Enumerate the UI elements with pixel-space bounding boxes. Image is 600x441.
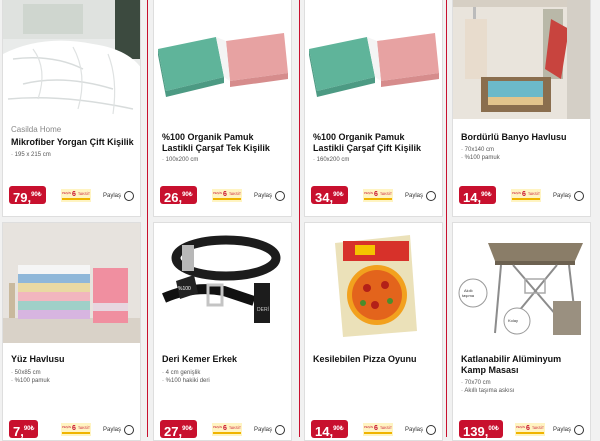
svg-text:TAKSİT: TAKSİT xyxy=(528,191,541,196)
svg-text:%100: %100 xyxy=(178,286,191,292)
svg-text:PEŞİN: PEŞİN xyxy=(62,424,71,429)
installment-badge: PEŞİN 6 TAKSİT xyxy=(61,189,91,202)
product-image-face-towels[interactable] xyxy=(3,223,140,343)
svg-text:TAKSİT: TAKSİT xyxy=(380,191,393,196)
svg-text:6: 6 xyxy=(223,425,227,432)
product-feature: · 160x200 cm xyxy=(313,157,350,163)
product-feature: · 70x140 cm · %100 pamuk xyxy=(461,147,500,161)
share-toggle[interactable]: Paylaş xyxy=(405,425,436,435)
share-toggle[interactable]: Paylaş xyxy=(553,425,584,435)
svg-text:PEŞİN: PEŞİN xyxy=(213,424,222,429)
product-brand: Casilda Home xyxy=(11,125,62,134)
product-title[interactable]: Deri Kemer Erkek xyxy=(162,354,286,365)
share-radio[interactable] xyxy=(275,191,285,201)
svg-text:PEŞİN: PEŞİN xyxy=(512,190,521,195)
product-card[interactable]: Bordürlü Banyo Havlusu · 70x140 cm · %100… xyxy=(452,0,591,217)
svg-text:TAKSİT: TAKSİT xyxy=(78,191,91,196)
svg-text:6: 6 xyxy=(72,425,76,432)
product-image-pizza-game[interactable] xyxy=(305,223,442,343)
svg-text:6: 6 xyxy=(522,191,526,198)
svg-text:DERİ: DERİ xyxy=(257,306,269,313)
installment-badge: PEŞİN 6 TAKSİT xyxy=(511,189,541,202)
price-tag: 34,90₺ xyxy=(311,186,348,205)
product-image-bath-towels[interactable] xyxy=(453,0,590,119)
column-divider xyxy=(446,0,447,437)
product-card[interactable]: Kesilebilen Pizza Oyunu 14,90₺ PEŞİN 6 TAK… xyxy=(304,222,443,441)
svg-text:taşıma: taşıma xyxy=(462,293,475,298)
product-card[interactable]: %100 Organik Pamuk Lastikli Çarşaf Çift … xyxy=(304,0,443,217)
share-radio[interactable] xyxy=(574,191,584,201)
share-toggle[interactable]: Paylaş xyxy=(103,191,134,201)
price-tag: 26,90₺ xyxy=(160,186,197,205)
share-radio[interactable] xyxy=(426,191,436,201)
product-title[interactable]: Katlanabilir Alüminyum Kamp Masası xyxy=(461,354,585,376)
installment-badge: PEŞİN 6 TAKSİT xyxy=(363,423,393,436)
installment-badge: PEŞİN 6 TAKSİT xyxy=(61,423,91,436)
svg-text:TAKSİT: TAKSİT xyxy=(78,425,91,430)
price-tag: 14,90₺ xyxy=(311,420,348,439)
installment-badge: PEŞİN 6 TAKSİT xyxy=(515,423,545,436)
svg-text:PEŞİN: PEŞİN xyxy=(364,424,373,429)
product-card[interactable]: Akıllı taşıma Kolay Katlanabilir Alüminy… xyxy=(452,222,591,441)
product-feature: · 4 cm genişlik · %100 hakiki deri xyxy=(162,370,210,384)
share-toggle[interactable]: Paylaş xyxy=(103,425,134,435)
product-image-duvet[interactable] xyxy=(3,0,140,119)
product-card[interactable]: %100 DERİ Deri Kemer Erkek · 4 cm genişl… xyxy=(153,222,292,441)
svg-text:TAKSİT: TAKSİT xyxy=(229,425,242,430)
price-tag: 139,00₺ xyxy=(459,420,503,439)
column-divider xyxy=(299,0,300,437)
share-toggle[interactable]: Paylaş xyxy=(254,425,285,435)
column-divider xyxy=(147,0,148,437)
svg-text:6: 6 xyxy=(374,425,378,432)
svg-text:6: 6 xyxy=(72,191,76,198)
product-title[interactable]: Bordürlü Banyo Havlusu xyxy=(461,132,585,143)
price-tag: 7,90₺ xyxy=(9,420,39,439)
share-radio[interactable] xyxy=(574,425,584,435)
product-image-camp-table[interactable]: Akıllı taşıma Kolay xyxy=(453,223,590,343)
price-tag: 79,90₺ xyxy=(9,186,46,205)
svg-text:TAKSİT: TAKSİT xyxy=(229,191,242,196)
product-image-belts[interactable]: %100 DERİ xyxy=(154,223,291,343)
installment-badge: PEŞİN 6 TAKSİT xyxy=(363,189,393,202)
svg-text:PEŞİN: PEŞİN xyxy=(213,190,222,195)
product-title[interactable]: Kesilebilen Pizza Oyunu xyxy=(313,354,437,365)
installment-badge: PEŞİN 6 TAKSİT xyxy=(212,189,242,202)
svg-text:PEŞİN: PEŞİN xyxy=(516,424,525,429)
share-toggle[interactable]: Paylaş xyxy=(254,191,285,201)
price-tag: 27,90₺ xyxy=(160,420,197,439)
svg-text:Kolay: Kolay xyxy=(508,318,518,323)
share-radio[interactable] xyxy=(124,191,134,201)
product-feature: · 50x85 cm · %100 pamuk xyxy=(11,370,50,384)
svg-text:PEŞİN: PEŞİN xyxy=(62,190,71,195)
svg-text:TAKSİT: TAKSİT xyxy=(532,425,545,430)
svg-text:6: 6 xyxy=(526,425,530,432)
product-title[interactable]: %100 Organik Pamuk Lastikli Çarşaf Çift … xyxy=(313,132,437,154)
svg-text:6: 6 xyxy=(374,191,378,198)
product-feature: · 100x200 cm xyxy=(162,157,199,163)
product-title[interactable]: %100 Organik Pamuk Lastikli Çarşaf Tek K… xyxy=(162,132,286,154)
product-card[interactable]: Casilda Home Mikrofiber Yorgan Çift Kişi… xyxy=(2,0,141,217)
product-feature: · 70x70 cm · Akıllı taşıma askısı xyxy=(461,380,515,394)
share-radio[interactable] xyxy=(426,425,436,435)
svg-text:TAKSİT: TAKSİT xyxy=(380,425,393,430)
product-card[interactable]: %100 Organik Pamuk Lastikli Çarşaf Tek K… xyxy=(153,0,292,217)
product-card[interactable]: Yüz Havlusu · 50x85 cm · %100 pamuk 7,90₺… xyxy=(2,222,141,441)
share-toggle[interactable]: Paylaş xyxy=(405,191,436,201)
product-image-sheets[interactable] xyxy=(154,0,291,119)
svg-text:PEŞİN: PEŞİN xyxy=(364,190,373,195)
share-toggle[interactable]: Paylaş xyxy=(553,191,584,201)
installment-badge: PEŞİN 6 TAKSİT xyxy=(212,423,242,436)
product-feature: · 195 x 215 cm xyxy=(11,152,51,158)
share-radio[interactable] xyxy=(275,425,285,435)
product-image-sheets[interactable] xyxy=(305,0,442,119)
product-title[interactable]: Yüz Havlusu xyxy=(11,354,135,365)
svg-text:6: 6 xyxy=(223,191,227,198)
price-tag: 14,90₺ xyxy=(459,186,496,205)
share-radio[interactable] xyxy=(124,425,134,435)
product-title[interactable]: Mikrofiber Yorgan Çift Kişilik xyxy=(11,137,135,148)
